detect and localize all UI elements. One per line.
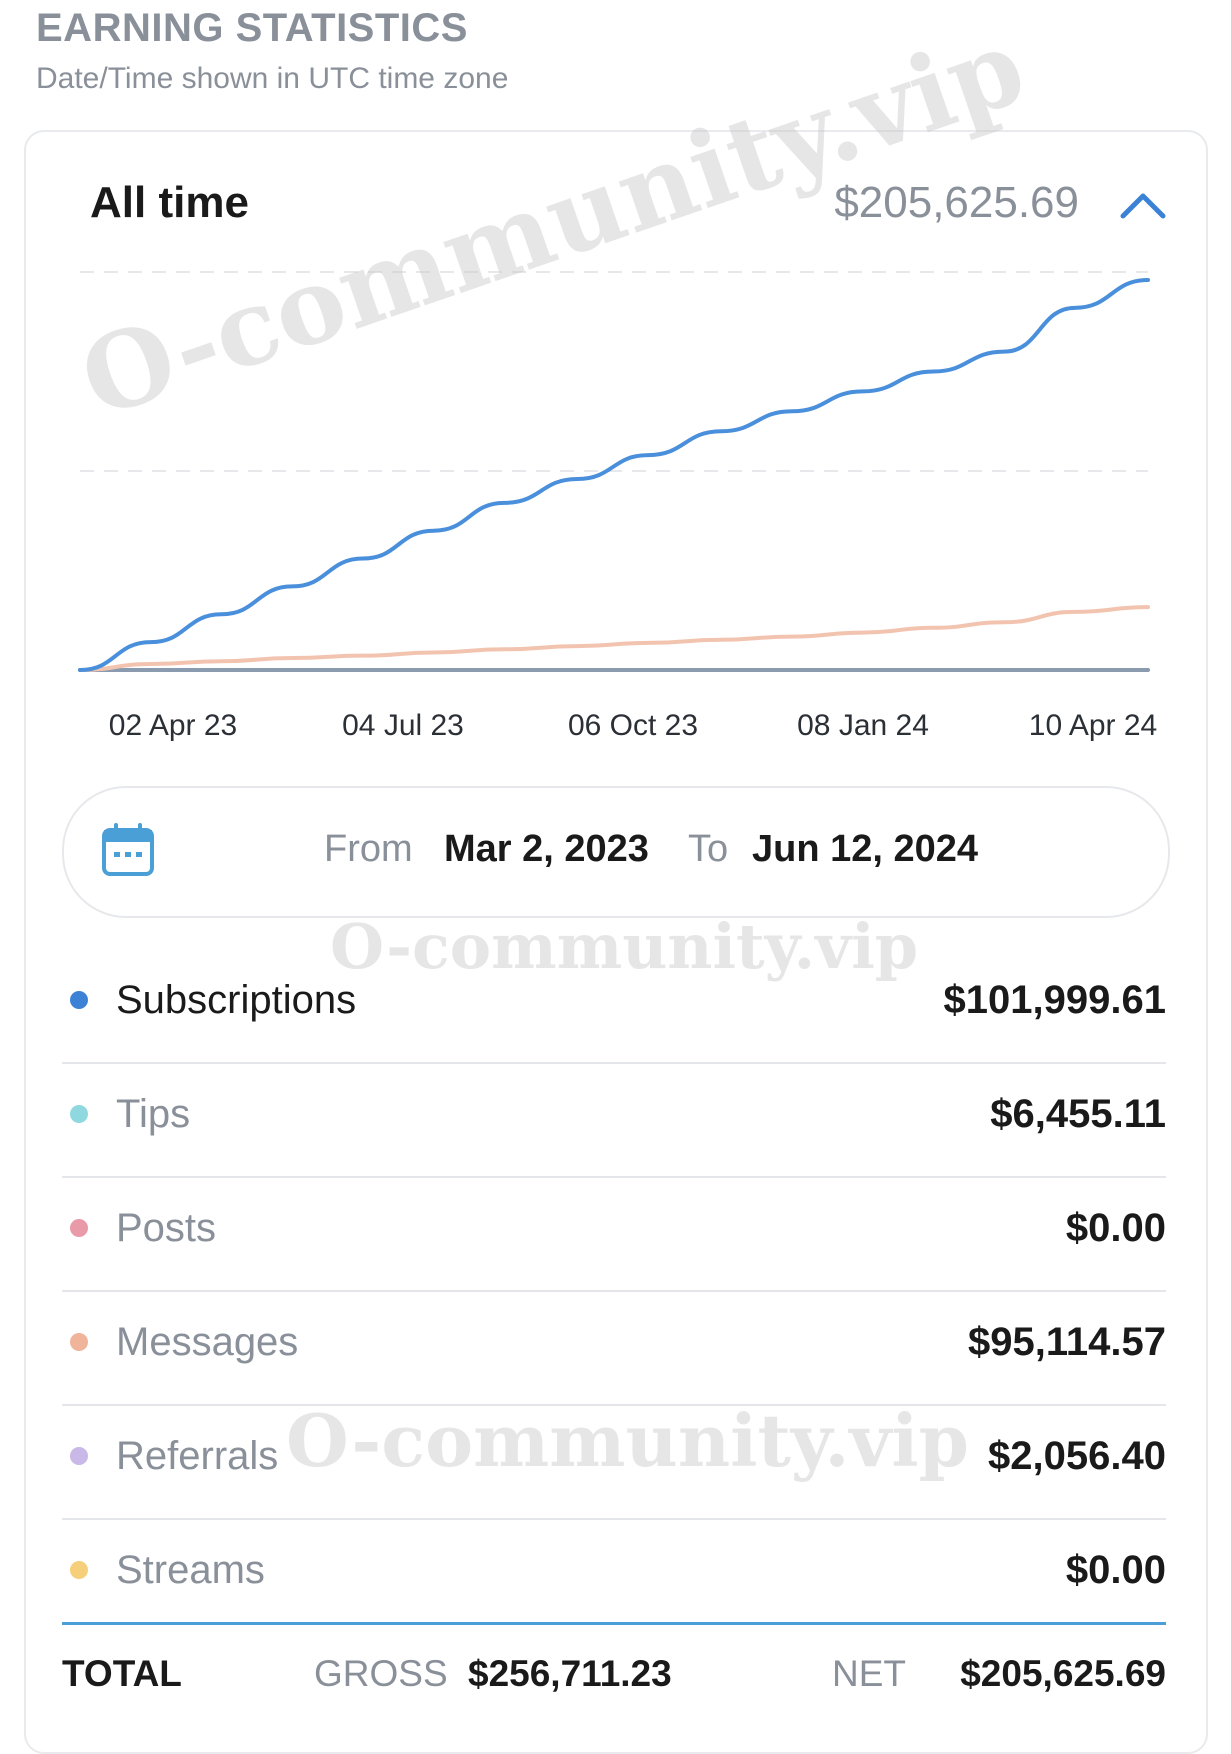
calendar-icon	[102, 823, 154, 876]
date-range-end[interactable]: Jun 12, 2024	[752, 828, 978, 871]
posts-dot	[70, 1219, 88, 1237]
category-value: $6,455.11	[990, 1092, 1166, 1136]
date-range-picker[interactable]: From Mar 2, 2023 To Jun 12, 2024	[62, 786, 1170, 918]
messages-dot	[70, 1333, 88, 1351]
category-label: Messages	[116, 1320, 299, 1364]
date-range-from-label: From	[324, 828, 413, 870]
category-label: Subscriptions	[116, 978, 357, 1022]
category-value: $0.00	[1065, 1548, 1166, 1592]
earnings-breakdown-list: Subscriptions $101,999.61 Tips $6,455.11…	[62, 950, 1166, 1632]
category-row-posts[interactable]: Posts $0.00	[62, 1178, 1166, 1292]
category-row-streams[interactable]: Streams $0.00	[62, 1520, 1166, 1632]
category-label: Streams	[116, 1548, 265, 1592]
tips-dot	[70, 1105, 88, 1123]
category-value: $95,114.57	[968, 1320, 1166, 1364]
category-label: Referrals	[116, 1434, 279, 1478]
category-value: $101,999.61	[943, 978, 1166, 1022]
category-label: Posts	[116, 1206, 217, 1250]
category-row-tips[interactable]: Tips $6,455.11	[62, 1064, 1166, 1178]
period-total: $205,625.69	[834, 178, 1079, 227]
total-label: TOTAL	[62, 1653, 182, 1694]
subscriptions-dot	[70, 991, 88, 1009]
totals-row: TOTAL GROSS $256,711.23 NET $205,625.69	[62, 1622, 1166, 1715]
net-value: $205,625.69	[960, 1653, 1166, 1694]
gross-label: GROSS	[314, 1653, 448, 1694]
category-row-messages[interactable]: Messages $95,114.57	[62, 1292, 1166, 1406]
streams-dot	[70, 1561, 88, 1579]
timezone-note: Date/Time shown in UTC time zone	[36, 62, 509, 95]
gross-value: $256,711.23	[468, 1653, 672, 1694]
earning-statistics-header-title: EARNING STATISTICS	[36, 6, 468, 50]
collapse-chevron-up-icon[interactable]	[1115, 180, 1171, 230]
date-range-to-label: To	[688, 828, 729, 870]
period-label: All time	[90, 178, 249, 227]
category-row-referrals[interactable]: Referrals $2,056.40	[62, 1406, 1166, 1520]
category-value: $0.00	[1065, 1206, 1166, 1250]
referrals-dot	[70, 1447, 88, 1465]
net-label: NET	[832, 1653, 906, 1694]
date-range-start[interactable]: Mar 2, 2023	[444, 828, 649, 871]
category-row-subscriptions[interactable]: Subscriptions $101,999.61	[62, 950, 1166, 1064]
category-label: Tips	[116, 1092, 191, 1136]
category-value: $2,056.40	[988, 1434, 1166, 1478]
